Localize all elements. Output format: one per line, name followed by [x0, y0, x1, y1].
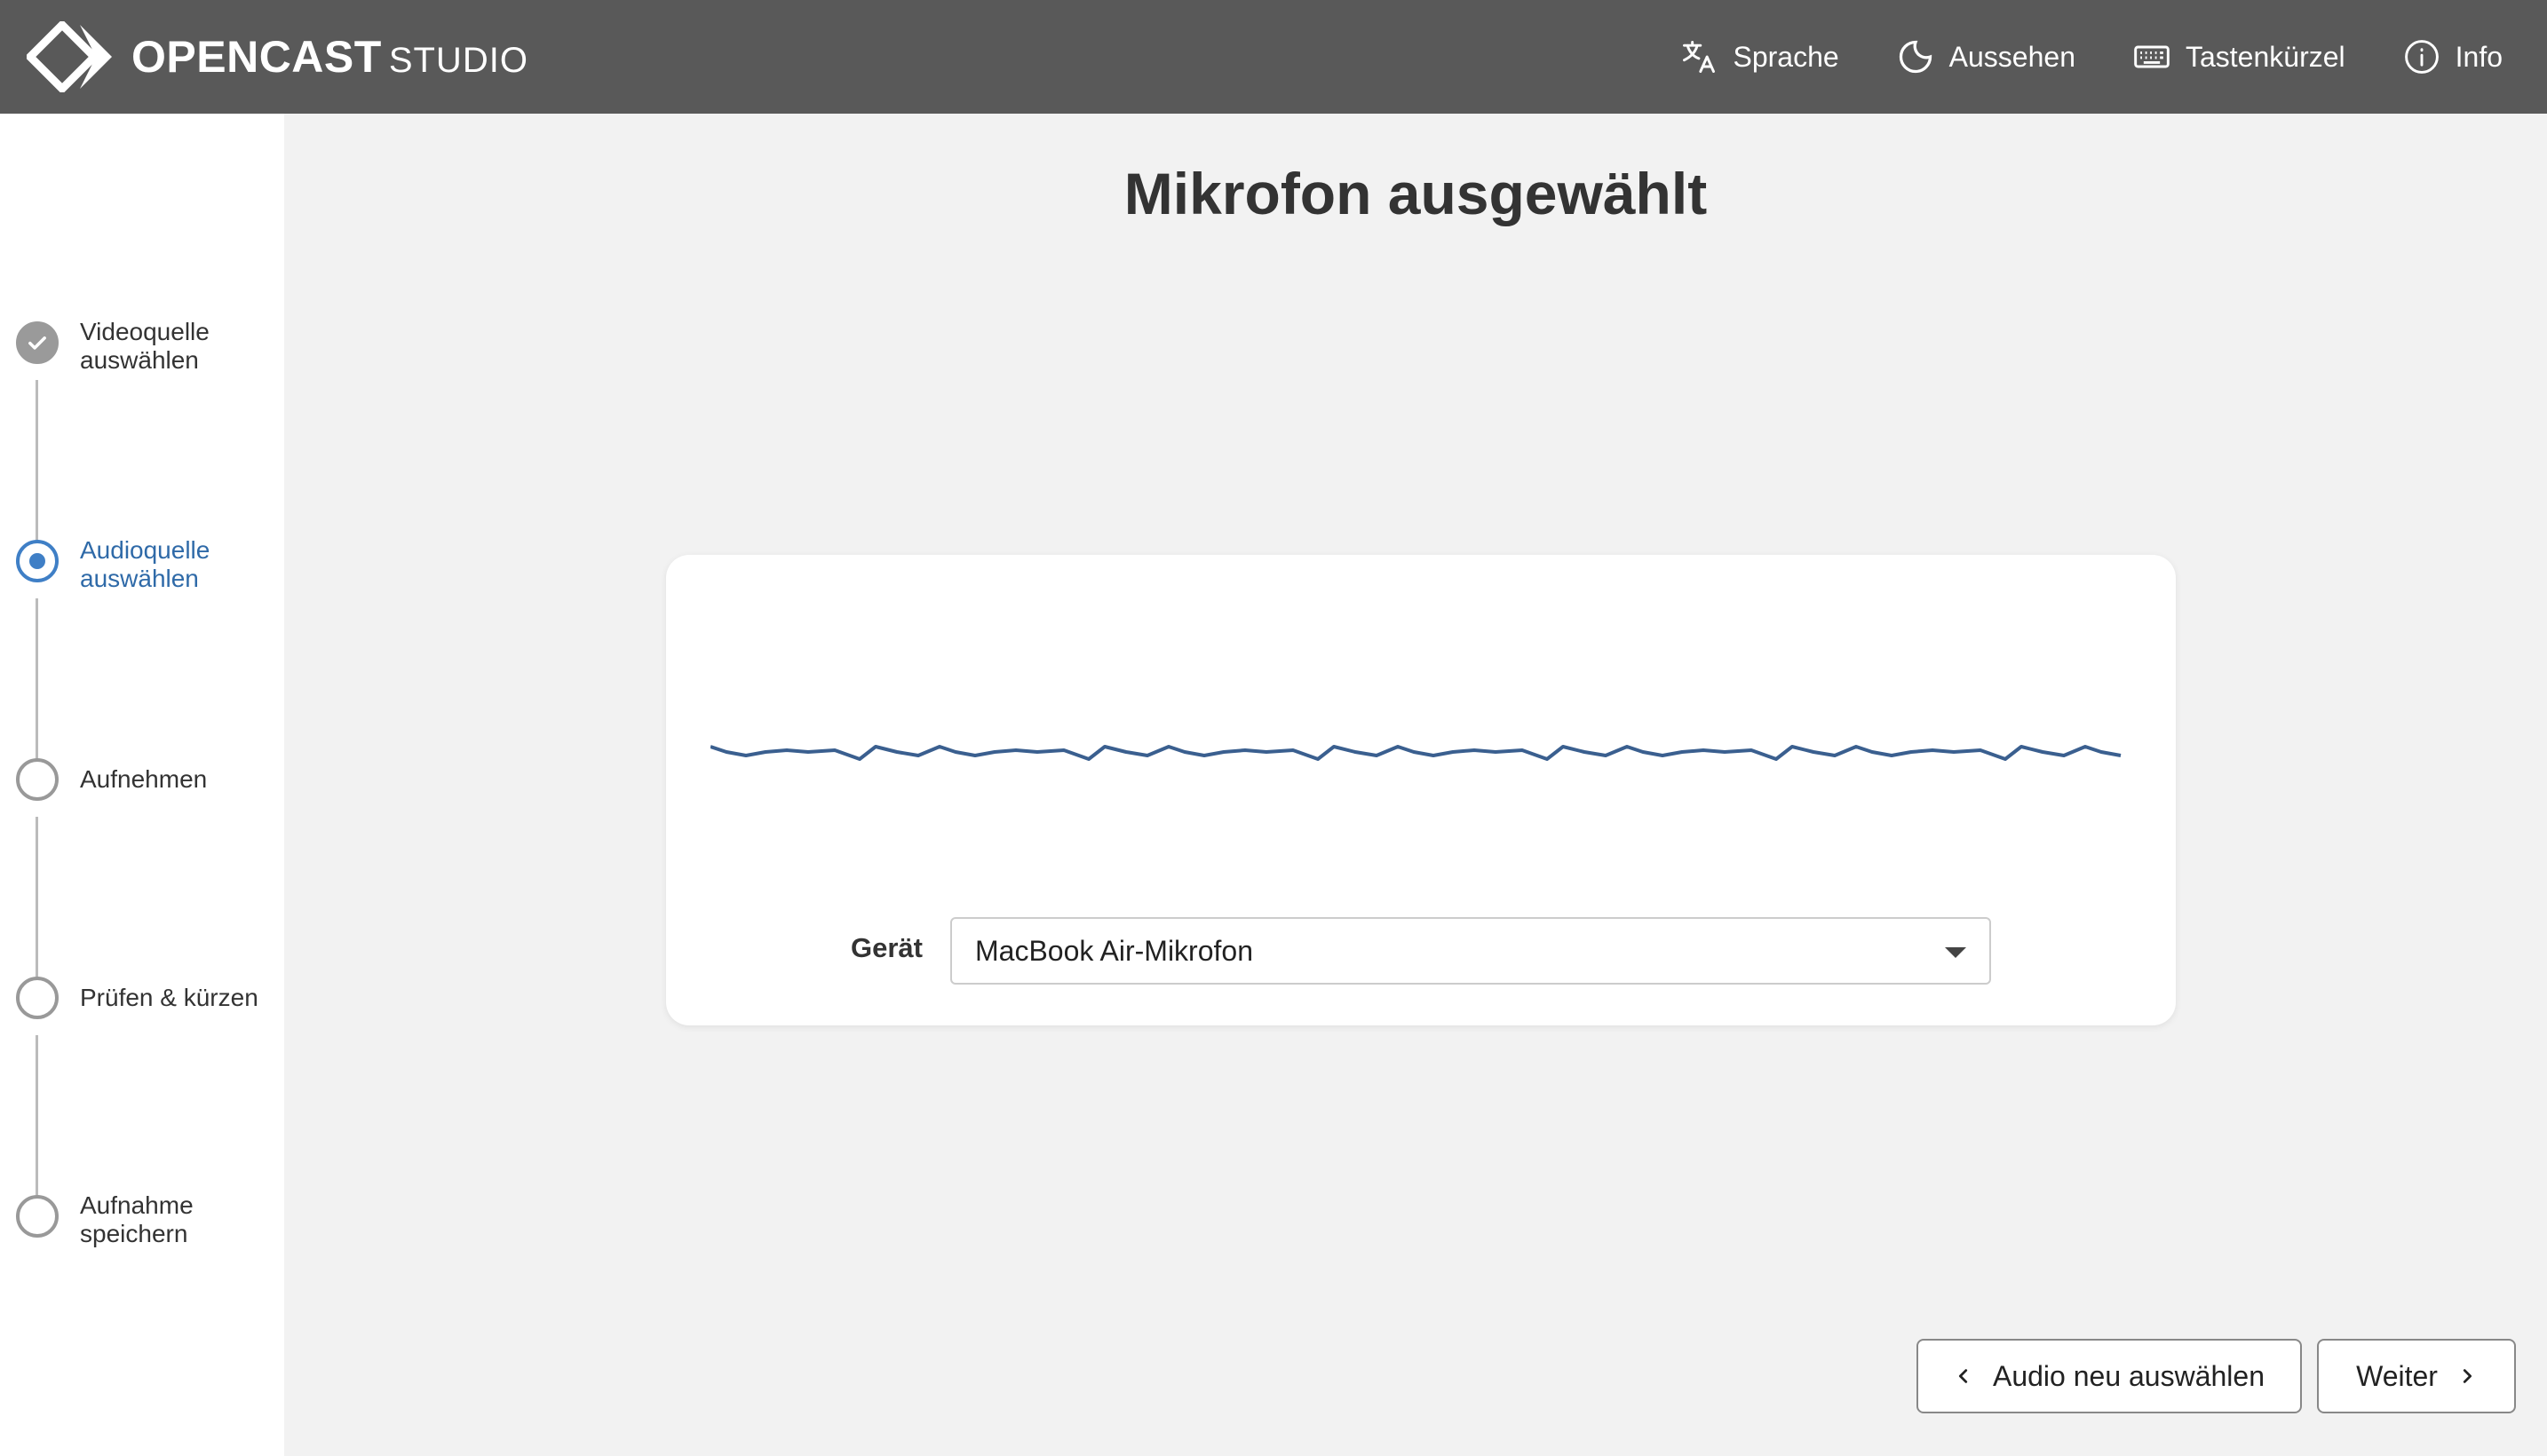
step-connector [36, 598, 38, 758]
chevron-left-icon [1958, 1369, 1968, 1383]
pending-step-icon [16, 977, 59, 1019]
moon-icon [1899, 40, 1932, 74]
step-video-source[interactable]: Videoquelle auswählen [16, 318, 266, 375]
step-connector [36, 1035, 38, 1195]
back-button-label: Audio neu auswählen [1992, 1359, 2265, 1392]
microphone-card: Gerät MacBook Air-Mikrofon [666, 555, 2176, 1025]
page-title: Mikrofon ausgewählt [1123, 161, 1708, 226]
next-button-label: Weiter [2356, 1359, 2438, 1392]
check-icon [16, 321, 59, 364]
back-button[interactable]: Audio neu auswählen [1916, 1339, 2302, 1413]
nav-language-label: Sprache [1733, 40, 1839, 73]
step-audio-source[interactable]: Audioquelle auswählen [16, 536, 266, 593]
next-button[interactable]: Weiter [2317, 1339, 2516, 1413]
nav-info-label: Info [2455, 40, 2503, 73]
app-header: OPENCAST STUDIO Sprache Aussehen Tastenk… [0, 0, 2547, 114]
nav-info[interactable]: Info [2402, 37, 2503, 76]
device-select[interactable]: MacBook Air-Mikrofon [950, 917, 1991, 985]
step-label: Prüfen & kürzen [80, 984, 258, 1011]
nav-language[interactable]: Sprache [1679, 37, 1839, 76]
step-connector [36, 380, 38, 540]
steps-sidebar: Videoquelle auswählen Audioquelle auswäh… [0, 114, 284, 1456]
step-label: Videoquelle auswählen [80, 318, 210, 374]
active-step-icon [16, 540, 59, 582]
opencast-logo-icon [27, 21, 112, 92]
header-nav: Sprache Aussehen Tastenkürzel Info [1623, 0, 2503, 114]
nav-appearance[interactable]: Aussehen [1896, 37, 2075, 76]
step-record[interactable]: Aufnehmen [16, 758, 266, 801]
step-review[interactable]: Prüfen & kürzen [16, 977, 266, 1019]
nav-shortcuts[interactable]: Tastenkürzel [2132, 37, 2345, 76]
logo-text-light: STUDIO [388, 41, 528, 80]
nav-shortcuts-label: Tastenkürzel [2185, 40, 2345, 73]
pending-step-icon [16, 758, 59, 801]
chevron-right-icon [2463, 1369, 2472, 1383]
step-label: Aufnehmen [80, 765, 208, 793]
opencast-logo[interactable]: OPENCAST STUDIO [27, 21, 528, 92]
translate-icon [1683, 41, 1716, 73]
device-label: Gerät [851, 932, 923, 963]
step-connector [36, 817, 38, 977]
keyboard-icon [2134, 45, 2170, 68]
pending-step-icon [16, 1195, 59, 1238]
step-label: Aufnahme speichern [80, 1191, 194, 1247]
caret-down-icon [1945, 947, 1966, 958]
info-icon [2404, 40, 2439, 74]
audio-waveform [710, 745, 2122, 761]
step-save[interactable]: Aufnahme speichern [16, 1191, 266, 1248]
device-select-value: MacBook Air-Mikrofon [975, 934, 1253, 967]
logo-text-bold: OPENCAST [131, 32, 382, 82]
step-label: Audioquelle auswählen [80, 536, 210, 592]
nav-appearance-label: Aussehen [1948, 40, 2075, 73]
